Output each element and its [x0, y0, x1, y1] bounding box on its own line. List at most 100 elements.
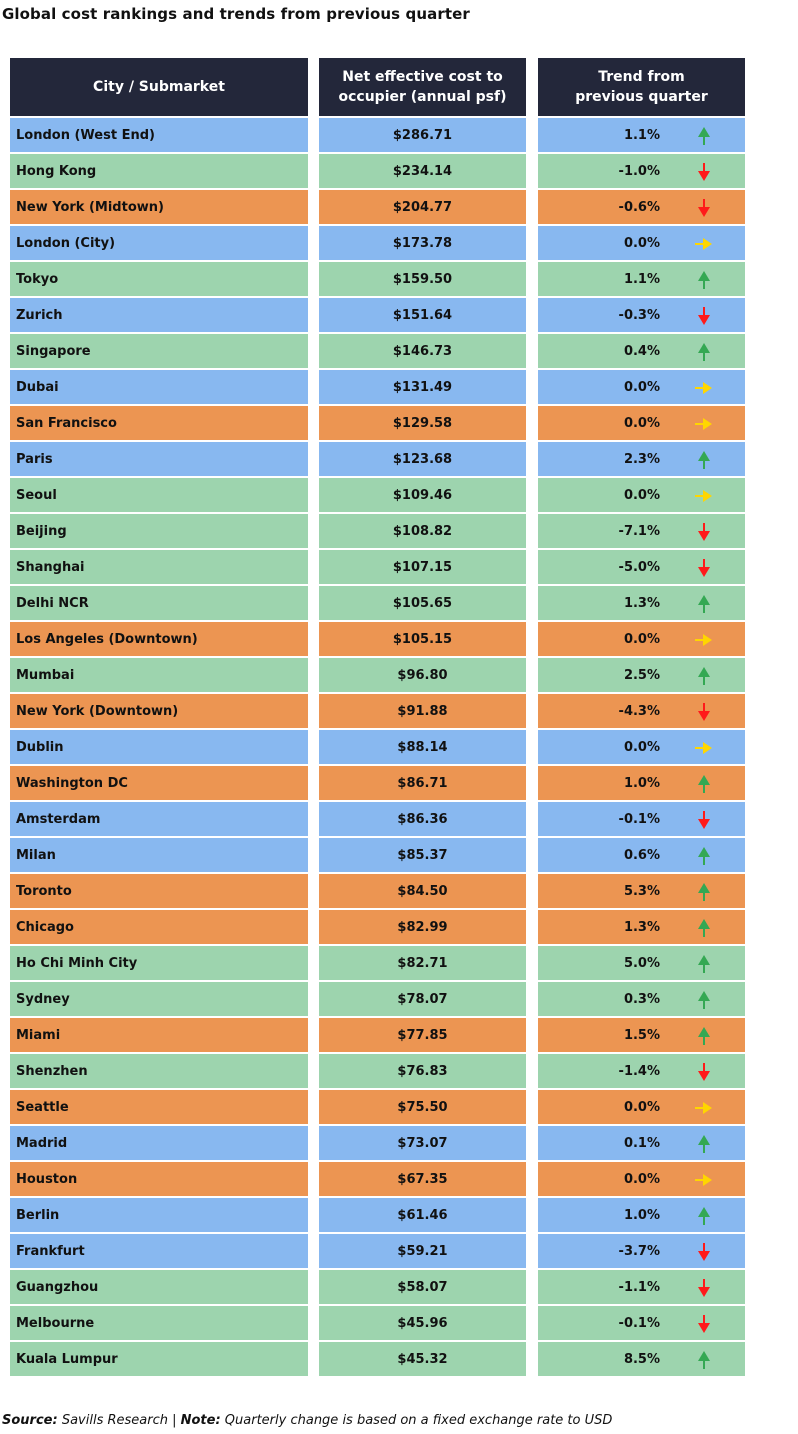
city-cell: Berlin	[10, 1198, 308, 1232]
cost-cell: $173.78	[319, 226, 526, 260]
city-cell: Seattle	[10, 1090, 308, 1124]
cost-cell: $108.82	[319, 514, 526, 548]
trend-cell: -3.7%	[538, 1234, 745, 1268]
cost-cell: $73.07	[319, 1126, 526, 1160]
cost-cell: $59.21	[319, 1234, 526, 1268]
trend-cell: 1.5%	[538, 1018, 745, 1052]
trend-change-label: -4.3%	[618, 703, 660, 719]
trend-cell: 0.0%	[538, 730, 745, 764]
trend-change-label: 0.6%	[623, 847, 660, 863]
trend-cell: 0.0%	[538, 1090, 745, 1124]
source-note: Source: Savills Research | Note: Quarter…	[2, 1413, 612, 1428]
trend-cell: 1.0%	[538, 1198, 745, 1232]
arrow-up-icon	[698, 127, 710, 145]
cost-cell: $107.15	[319, 550, 526, 584]
city-cell: Beijing	[10, 514, 308, 548]
trend-cell: 0.3%	[538, 982, 745, 1016]
arrow-down-icon	[698, 523, 710, 541]
city-cell: Washington DC	[10, 766, 308, 800]
trend-cell: 0.0%	[538, 406, 745, 440]
cost-cell: $131.49	[319, 370, 526, 404]
note-text: Quarterly change is based on a fixed exc…	[220, 1413, 613, 1428]
arrow-right-icon	[695, 742, 712, 754]
cost-cell: $82.71	[319, 946, 526, 980]
arrow-up-icon	[698, 1027, 710, 1045]
trend-cell: 1.1%	[538, 118, 745, 152]
city-cell: Guangzhou	[10, 1270, 308, 1304]
city-cell: Milan	[10, 838, 308, 872]
trend-change-label: -1.1%	[618, 1279, 660, 1295]
arrow-down-icon	[698, 307, 710, 325]
cost-cell: $84.50	[319, 874, 526, 908]
arrow-up-icon	[698, 847, 710, 865]
arrow-down-icon	[698, 811, 710, 829]
arrow-up-icon	[698, 451, 710, 469]
trend-change-label: 0.0%	[623, 415, 660, 431]
trend-change-label: 1.1%	[623, 271, 660, 287]
trend-rows: 1.1% -1.0% -0.6% 0.0% 1.1% -0.3% 0.4% 0.0% 0.0% 2…	[538, 118, 745, 1376]
city-rows: London (West End) Hong Kong New York (Midt…	[10, 118, 308, 1376]
city-cell: Melbourne	[10, 1306, 308, 1340]
arrow-right-icon	[695, 1174, 712, 1186]
cost-cell: $159.50	[319, 262, 526, 296]
trend-cell: 2.5%	[538, 658, 745, 692]
trend-change-label: 0.3%	[623, 991, 660, 1007]
trend-cell: 0.0%	[538, 226, 745, 260]
trend-change-label: -3.7%	[618, 1243, 660, 1259]
trend-change-label: -0.1%	[618, 1315, 660, 1331]
trend-change-label: 5.3%	[623, 883, 660, 899]
trend-cell: 1.0%	[538, 766, 745, 800]
trend-cell: -0.3%	[538, 298, 745, 332]
trend-change-label: 8.5%	[623, 1351, 660, 1367]
cost-rows: $286.71 $234.14 $204.77 $173.78 $159.50 $151.…	[319, 118, 526, 1376]
trend-column-header-label: Trend from previous quarter	[575, 69, 708, 105]
city-cell: Mumbai	[10, 658, 308, 692]
cost-cell: $45.32	[319, 1342, 526, 1376]
arrow-up-icon	[698, 595, 710, 613]
city-cell: Sydney	[10, 982, 308, 1016]
cost-cell: $151.64	[319, 298, 526, 332]
cost-cell: $91.88	[319, 694, 526, 728]
trend-change-label: 1.3%	[623, 595, 660, 611]
trend-change-label: -1.0%	[618, 163, 660, 179]
trend-change-label: -7.1%	[618, 523, 660, 539]
trend-change-label: -0.1%	[618, 811, 660, 827]
cost-cell: $204.77	[319, 190, 526, 224]
cost-cell: $67.35	[319, 1162, 526, 1196]
trend-cell: 8.5%	[538, 1342, 745, 1376]
arrow-right-icon	[695, 382, 712, 394]
trend-cell: 1.1%	[538, 262, 745, 296]
city-cell: Shanghai	[10, 550, 308, 584]
arrow-right-icon	[695, 1102, 712, 1114]
arrow-down-icon	[698, 1243, 710, 1261]
trend-change-label: 2.5%	[623, 667, 660, 683]
city-cell: Frankfurt	[10, 1234, 308, 1268]
trend-cell: -1.0%	[538, 154, 745, 188]
trend-cell: -0.1%	[538, 802, 745, 836]
source-label: Source:	[2, 1413, 58, 1428]
city-cell: Seoul	[10, 478, 308, 512]
cost-column-header: Net effective cost to occupier (annual p…	[319, 58, 526, 116]
chart-title: Global cost rankings and trends from pre…	[2, 5, 470, 23]
arrow-up-icon	[698, 955, 710, 973]
trend-change-label: 1.3%	[623, 919, 660, 935]
city-cell: San Francisco	[10, 406, 308, 440]
city-cell: Dublin	[10, 730, 308, 764]
cost-cell: $109.46	[319, 478, 526, 512]
city-cell: Tokyo	[10, 262, 308, 296]
trend-column-header: Trend from previous quarter	[538, 58, 745, 116]
city-cell: Madrid	[10, 1126, 308, 1160]
arrow-down-icon	[698, 163, 710, 181]
source-text: Savills Research |	[57, 1413, 181, 1428]
cost-cell: $76.83	[319, 1054, 526, 1088]
trend-cell: -1.1%	[538, 1270, 745, 1304]
arrow-up-icon	[698, 1207, 710, 1225]
city-cell: Miami	[10, 1018, 308, 1052]
trend-cell: 5.0%	[538, 946, 745, 980]
trend-cell: 1.3%	[538, 910, 745, 944]
trend-cell: 2.3%	[538, 442, 745, 476]
cost-cell: $105.65	[319, 586, 526, 620]
city-cell: Ho Chi Minh City	[10, 946, 308, 980]
arrow-down-icon	[698, 1279, 710, 1297]
cost-cell: $78.07	[319, 982, 526, 1016]
